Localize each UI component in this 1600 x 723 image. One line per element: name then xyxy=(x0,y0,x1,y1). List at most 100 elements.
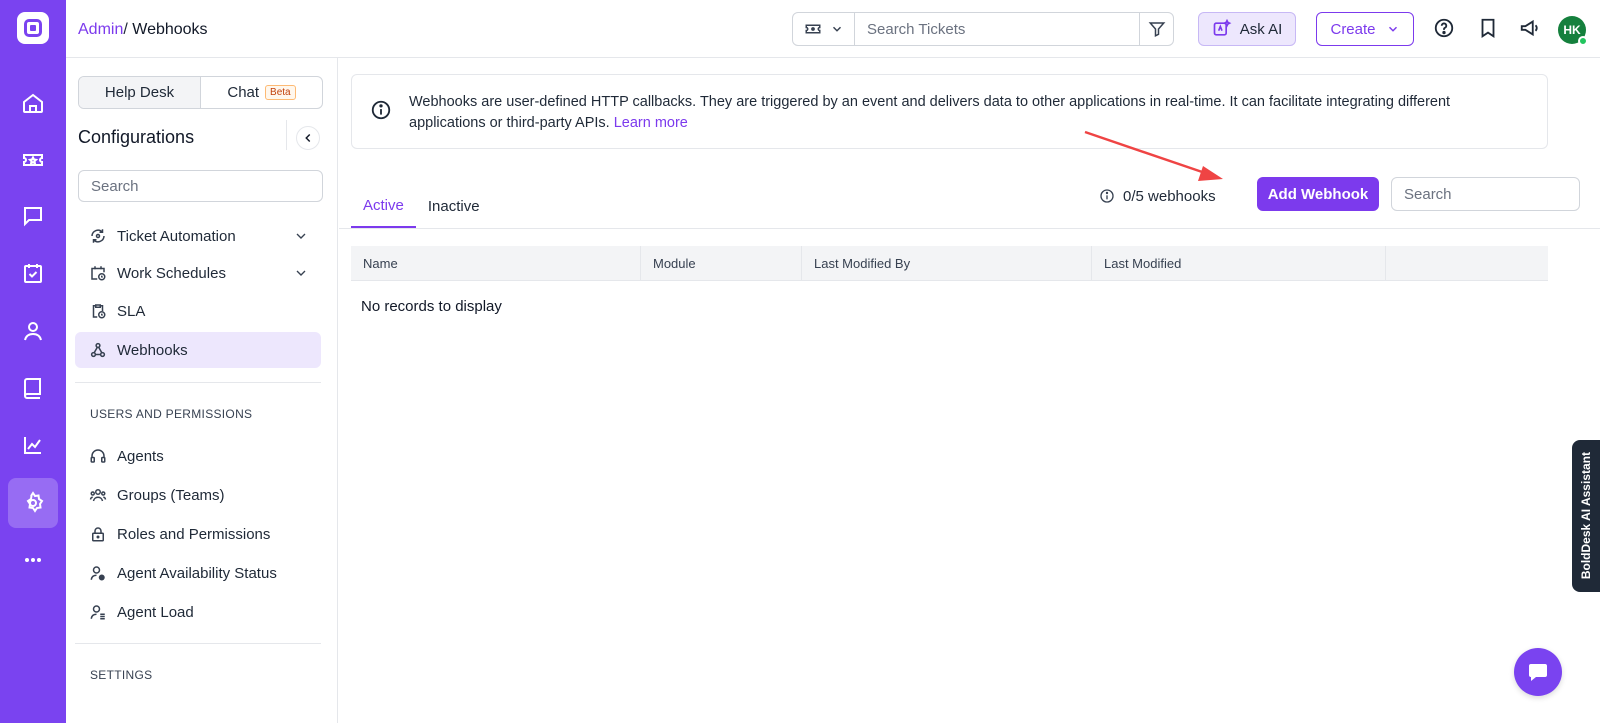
sidebar-item-agent-availability[interactable]: Agent Availability Status xyxy=(75,555,321,591)
user-status-icon xyxy=(90,566,105,581)
chat-icon xyxy=(24,207,42,227)
breadcrumb-separator: / xyxy=(123,21,133,38)
webhook-icon xyxy=(90,342,106,358)
app-logo[interactable] xyxy=(17,12,49,44)
chat-bubble-icon xyxy=(1529,664,1547,681)
sidebar-item-ticket-automation[interactable]: Ticket Automation xyxy=(75,218,321,254)
webhooks-table-header: Name Module Last Modified By Last Modifi… xyxy=(351,246,1548,281)
rail-home[interactable] xyxy=(8,78,58,128)
users-group-icon xyxy=(89,489,107,502)
sidebar-item-work-schedules[interactable]: Work Schedules xyxy=(75,255,321,291)
tabs-divider xyxy=(339,228,1600,229)
configuration-search-input[interactable] xyxy=(78,170,323,202)
rail-settings[interactable] xyxy=(8,478,58,528)
status-tabs: Active Inactive xyxy=(351,184,492,228)
tab-chat[interactable]: Chat Beta xyxy=(201,77,322,108)
webhook-count-label: 0/5 webhooks xyxy=(1123,187,1216,205)
more-horizontal-icon xyxy=(25,558,41,562)
add-webhook-button[interactable]: Add Webhook xyxy=(1257,177,1379,211)
sidebar-item-sla[interactable]: SLA xyxy=(75,293,321,329)
sidebar-item-label: Groups (Teams) xyxy=(117,486,225,504)
online-status-dot xyxy=(1578,36,1588,46)
rail-reports[interactable] xyxy=(8,420,58,470)
user-icon xyxy=(24,322,42,341)
sidebar-item-label: Roles and Permissions xyxy=(117,525,271,543)
sidebar-item-label: Work Schedules xyxy=(117,264,226,282)
info-icon xyxy=(371,100,391,120)
ticket-search-input[interactable] xyxy=(855,13,1139,45)
learn-more-link[interactable]: Learn more xyxy=(614,115,688,131)
rail-tasks[interactable] xyxy=(8,248,58,298)
rail-contacts[interactable] xyxy=(8,306,58,356)
ask-ai-button[interactable]: Ask AI xyxy=(1198,12,1296,46)
rail-more[interactable] xyxy=(8,535,58,585)
column-header-actions xyxy=(1386,246,1548,280)
user-avatar[interactable]: HK xyxy=(1558,16,1588,46)
sidebar-item-webhooks[interactable]: Webhooks xyxy=(75,332,321,368)
tab-help-desk[interactable]: Help Desk xyxy=(79,77,201,108)
home-icon xyxy=(23,93,43,113)
sidebar-item-roles-permissions[interactable]: Roles and Permissions xyxy=(75,516,321,552)
breadcrumb-admin-link[interactable]: Admin xyxy=(78,21,123,38)
create-label: Create xyxy=(1330,20,1376,38)
sidebar-item-label: Ticket Automation xyxy=(117,227,236,245)
sidebar-item-label: Webhooks xyxy=(117,341,188,359)
ticket-search-bar xyxy=(792,12,1174,46)
sidebar-item-groups[interactable]: Groups (Teams) xyxy=(75,477,321,513)
rail-chat[interactable] xyxy=(8,191,58,241)
chat-launcher-button[interactable] xyxy=(1514,648,1562,696)
section-label-users-permissions: USERS AND PERMISSIONS xyxy=(90,407,253,421)
column-header-name[interactable]: Name xyxy=(351,246,641,280)
headset-icon xyxy=(90,449,106,463)
column-header-last-modified[interactable]: Last Modified xyxy=(1092,246,1386,280)
sidebar-item-agents[interactable]: Agents xyxy=(75,438,321,474)
chevron-down-icon xyxy=(1388,26,1397,32)
bookmark-icon xyxy=(1481,18,1495,38)
calendar-check-icon xyxy=(24,264,42,283)
ticket-icon xyxy=(23,154,43,166)
ai-assistant-tab[interactable]: BoldDesk AI Assistant xyxy=(1572,440,1600,592)
avatar-initials: HK xyxy=(1563,23,1581,37)
column-header-module[interactable]: Module xyxy=(641,246,802,280)
breadcrumb: Admin/ Webhooks xyxy=(78,21,208,39)
webhook-search-input[interactable] xyxy=(1391,177,1580,211)
chevron-down-icon xyxy=(296,270,306,276)
calendar-clock-icon xyxy=(91,266,106,281)
top-bar: Admin/ Webhooks Ask AI Create HK xyxy=(66,0,1600,58)
product-switcher: Help Desk Chat Beta xyxy=(78,76,323,109)
sidebar-item-label: SLA xyxy=(117,302,146,320)
tab-chat-label: Chat xyxy=(227,84,260,101)
clipboard-clock-icon xyxy=(92,304,106,319)
column-header-last-modified-by[interactable]: Last Modified By xyxy=(802,246,1092,280)
webhooks-main: Webhooks are user-defined HTTP callbacks… xyxy=(339,58,1600,723)
info-description: Webhooks are user-defined HTTP callbacks… xyxy=(409,94,1451,131)
ticket-icon xyxy=(805,24,820,34)
bookmark-button[interactable] xyxy=(1476,16,1500,40)
beta-badge: Beta xyxy=(265,85,296,100)
rail-tickets[interactable] xyxy=(8,135,58,185)
sidebar-item-label: Agents xyxy=(117,447,164,465)
sidebar-item-agent-load[interactable]: Agent Load xyxy=(75,594,321,630)
help-button[interactable] xyxy=(1432,16,1456,40)
chevron-left-icon xyxy=(305,133,311,143)
announcements-button[interactable] xyxy=(1518,16,1542,40)
search-type-dropdown[interactable] xyxy=(793,13,855,45)
tab-inactive-label: Inactive xyxy=(427,197,480,215)
tab-inactive[interactable]: Inactive xyxy=(416,184,492,228)
lock-icon xyxy=(92,527,104,542)
user-list-icon xyxy=(90,605,105,620)
info-banner: Webhooks are user-defined HTTP callbacks… xyxy=(351,74,1548,149)
collapse-sidebar-button[interactable] xyxy=(296,126,320,150)
megaphone-icon xyxy=(1520,19,1538,37)
filter-icon xyxy=(1148,22,1165,37)
section-divider xyxy=(75,643,321,644)
sidebar-item-label: Agent Load xyxy=(117,603,194,621)
rail-knowledge-base[interactable] xyxy=(8,363,58,413)
tab-active[interactable]: Active xyxy=(351,184,416,228)
breadcrumb-current: Webhooks xyxy=(132,21,208,38)
sidebar-item-label: Agent Availability Status xyxy=(117,564,277,582)
create-button[interactable]: Create xyxy=(1316,12,1414,46)
ai-assistant-label: BoldDesk AI Assistant xyxy=(1579,452,1593,580)
chevron-down-icon xyxy=(296,233,306,239)
filter-button[interactable] xyxy=(1139,13,1173,45)
